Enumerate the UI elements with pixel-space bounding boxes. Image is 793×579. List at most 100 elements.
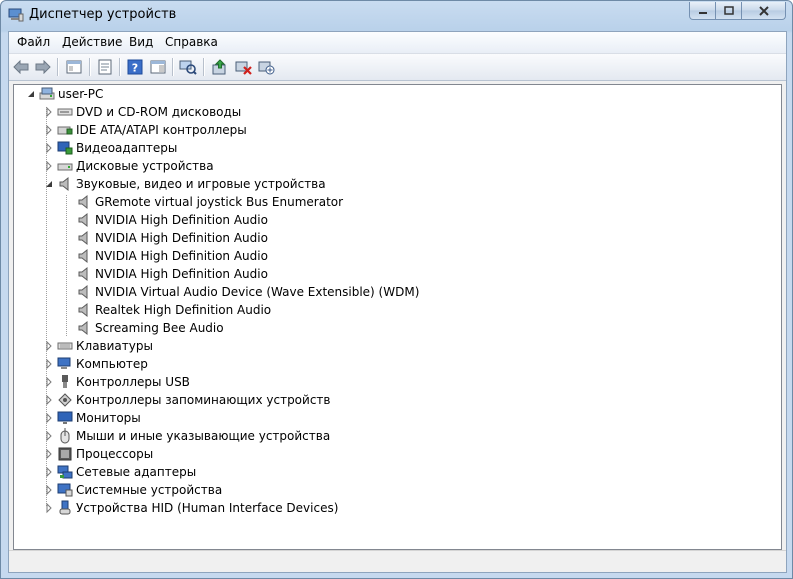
maximize-button[interactable]	[716, 2, 742, 20]
category-row[interactable]: Процессоры	[44, 445, 153, 463]
display-adapter-icon	[57, 141, 73, 155]
disable-icon	[258, 61, 275, 75]
category-label: Мыши и иные указывающие устройства	[76, 429, 331, 443]
collapsed-arrow-icon	[46, 376, 52, 388]
expanded-arrow-icon	[46, 181, 52, 187]
collapsed-arrow-icon	[46, 124, 52, 136]
category-label: Видеоадаптеры	[76, 141, 178, 155]
category-row[interactable]: Устройства HID (Human Interface Devices)	[44, 499, 338, 517]
scan-hardware-icon	[179, 60, 197, 75]
forward-icon	[35, 60, 51, 74]
category-label: Системные устройства	[76, 483, 223, 497]
minimize-icon	[698, 11, 707, 14]
title-bar[interactable]: Диспетчер устройств	[1, 1, 792, 31]
collapsed-arrow-icon	[46, 142, 52, 154]
category-label: Звуковые, видео и игровые устройства	[76, 177, 326, 191]
category-label: Дисковые устройства	[76, 159, 214, 173]
category-row-expanded[interactable]: Звуковые, видео и игровые устройства	[44, 175, 326, 193]
category-row[interactable]: Видеоадаптеры	[44, 139, 177, 157]
close-button[interactable]	[742, 2, 786, 20]
category-label: Сетевые адаптеры	[76, 465, 197, 479]
computer-icon	[57, 357, 71, 369]
back-icon	[13, 60, 29, 74]
menu-file[interactable]: Файл	[13, 35, 54, 49]
device-label: NVIDIA High Definition Audio	[95, 213, 268, 227]
category-row[interactable]: Дисковые устройства	[44, 157, 214, 175]
expanded-arrow-icon	[28, 91, 34, 97]
mouse-icon	[60, 428, 70, 444]
device-label: NVIDIA High Definition Audio	[95, 231, 268, 245]
computer-icon	[39, 87, 55, 100]
device-row[interactable]: NVIDIA High Definition Audio	[76, 247, 268, 265]
disk-drive-icon	[57, 163, 73, 171]
hid-icon	[59, 500, 71, 515]
scan-hardware-button[interactable]	[179, 58, 197, 76]
menu-action[interactable]: Действие	[58, 35, 126, 49]
device-row[interactable]: NVIDIA Virtual Audio Device (Wave Extens…	[76, 283, 419, 301]
show-hide-tree-button[interactable]	[65, 58, 83, 76]
system-device-icon	[57, 483, 73, 497]
menu-bar: Файл Действие Вид Справка	[9, 32, 786, 54]
ide-controller-icon	[57, 126, 73, 135]
device-row[interactable]: GRemote virtual joystick Bus Enumerator	[76, 193, 343, 211]
category-row[interactable]: Компьютер	[44, 355, 148, 373]
collapsed-arrow-icon	[46, 412, 52, 424]
category-row[interactable]: Мониторы	[44, 409, 141, 427]
monitor-icon	[57, 411, 73, 424]
update-driver-button[interactable]	[211, 58, 229, 76]
device-row[interactable]: NVIDIA High Definition Audio	[76, 229, 268, 247]
collapsed-arrow-icon	[46, 358, 52, 370]
category-row[interactable]: Контроллеры USB	[44, 373, 190, 391]
device-label: Realtek High Definition Audio	[95, 303, 272, 317]
tree-root[interactable]: user-PC	[26, 85, 103, 103]
menu-view[interactable]: Вид	[125, 35, 157, 49]
help-button[interactable]: ?	[126, 58, 144, 76]
action-pane-button[interactable]	[149, 58, 167, 76]
device-row[interactable]: Screaming Bee Audio	[76, 319, 224, 337]
svg-text:?: ?	[132, 62, 138, 75]
collapsed-arrow-icon	[46, 340, 52, 352]
menu-help[interactable]: Справка	[161, 35, 222, 49]
category-row[interactable]: Сетевые адаптеры	[44, 463, 196, 481]
keyboard-icon	[57, 342, 73, 350]
category-row[interactable]: Системные устройства	[44, 481, 222, 499]
collapsed-arrow-icon	[46, 484, 52, 496]
category-row[interactable]: Контроллеры запоминающих устройств	[44, 391, 330, 409]
category-label: Устройства HID (Human Interface Devices)	[76, 501, 339, 515]
forward-button[interactable]	[34, 58, 52, 76]
properties-icon	[98, 59, 112, 75]
category-row[interactable]: Мыши и иные указывающие устройства	[44, 427, 330, 445]
device-row[interactable]: Realtek High Definition Audio	[76, 301, 271, 319]
action-pane-icon	[150, 60, 166, 74]
maximize-icon	[723, 6, 734, 15]
category-row[interactable]: IDE ATA/ATAPI контроллеры	[44, 121, 247, 139]
device-tree[interactable]: user-PC DVD и CD-ROM дисководы IDE ATA/A…	[13, 84, 782, 550]
uninstall-button[interactable]	[234, 58, 252, 76]
category-row[interactable]: Клавиатуры	[44, 337, 153, 355]
client-area: Файл Действие Вид Справка ? user-PC DVD …	[8, 31, 787, 573]
processor-icon	[58, 447, 72, 461]
category-label: Мониторы	[76, 411, 141, 425]
device-row[interactable]: NVIDIA High Definition Audio	[76, 211, 268, 229]
device-row[interactable]: NVIDIA High Definition Audio	[76, 265, 268, 283]
collapsed-arrow-icon	[46, 160, 52, 172]
speaker-icon	[78, 320, 88, 336]
device-label: NVIDIA High Definition Audio	[95, 267, 268, 281]
properties-button[interactable]	[96, 58, 114, 76]
category-label: Компьютер	[76, 357, 148, 371]
category-label: Процессоры	[76, 447, 154, 461]
show-hide-tree-icon	[66, 60, 82, 74]
category-label: IDE ATA/ATAPI контроллеры	[76, 123, 247, 137]
disable-button[interactable]	[257, 58, 275, 76]
speaker-icon	[78, 194, 88, 210]
speaker-icon	[59, 176, 69, 192]
minimize-button[interactable]	[689, 2, 716, 20]
device-label: NVIDIA Virtual Audio Device (Wave Extens…	[95, 285, 420, 299]
category-label: DVD и CD-ROM дисководы	[76, 105, 242, 119]
category-label: Контроллеры запоминающих устройств	[76, 393, 331, 407]
collapsed-arrow-icon	[46, 394, 52, 406]
speaker-icon	[78, 302, 88, 318]
device-label: NVIDIA High Definition Audio	[95, 249, 268, 263]
back-button[interactable]	[12, 58, 30, 76]
category-row[interactable]: DVD и CD-ROM дисководы	[44, 103, 241, 121]
